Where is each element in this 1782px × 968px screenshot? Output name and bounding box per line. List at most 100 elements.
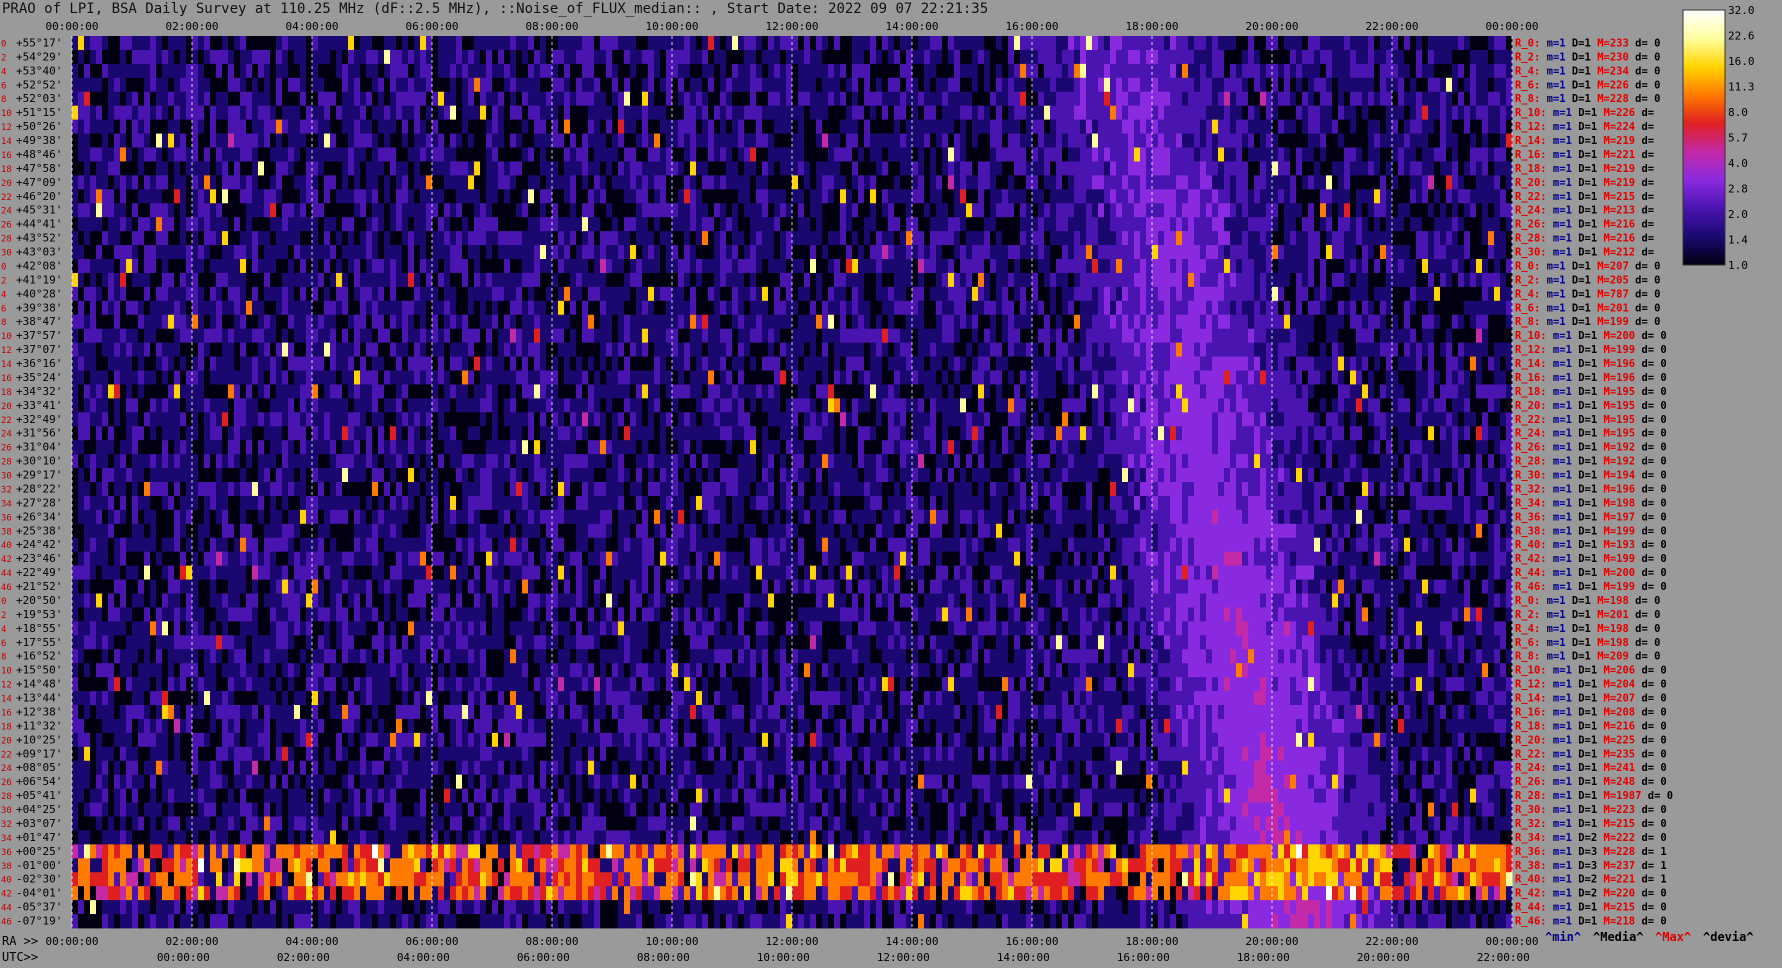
heatmap-cell (1086, 105, 1093, 121)
heatmap-cell (1134, 63, 1141, 79)
heatmap-cell (1362, 300, 1369, 316)
heatmap-cell (1080, 231, 1087, 246)
heatmap-cell (708, 314, 715, 330)
heatmap-cell (282, 259, 289, 274)
heatmap-cell (1272, 231, 1279, 246)
heatmap-cell (390, 36, 397, 51)
heatmap-cell (576, 147, 583, 162)
heatmap-cell (1134, 105, 1141, 121)
heatmap-cell (1380, 259, 1387, 274)
heatmap-cell (1296, 175, 1303, 190)
heatmap-cell (330, 105, 337, 121)
heatmap-cell (432, 189, 439, 204)
heatmap-cell (768, 189, 775, 204)
heatmap-cell (1134, 189, 1141, 204)
heatmap-cell (96, 231, 103, 246)
heatmap-cell (1482, 161, 1489, 176)
heatmap-cell (1422, 77, 1429, 93)
heatmap-cell (1140, 105, 1147, 121)
heatmap-cell (120, 133, 127, 148)
heatmap-cell (126, 272, 133, 288)
heatmap-cell (732, 36, 739, 51)
heatmap-cell (336, 175, 343, 190)
heatmap-cell (1428, 300, 1435, 316)
heatmap-cell (1026, 161, 1033, 176)
heatmap-cell (1380, 36, 1387, 51)
heatmap-cell (1230, 286, 1237, 302)
heatmap-cell (1098, 77, 1105, 93)
heatmap-cell (234, 259, 241, 274)
heatmap-cell (1380, 105, 1387, 121)
heatmap-cell (114, 286, 121, 302)
heatmap-cell (360, 147, 367, 162)
heatmap-cell (1350, 63, 1357, 79)
heatmap-cell (348, 133, 355, 148)
heatmap-cell (528, 133, 535, 148)
heatmap-cell (1308, 217, 1315, 232)
heatmap-cell (1140, 147, 1147, 162)
heatmap-cell (1398, 119, 1405, 134)
heatmap-cell (534, 49, 541, 65)
heatmap-cell (678, 91, 685, 107)
heatmap-cell (1266, 300, 1273, 316)
heatmap-cell (1338, 147, 1345, 162)
heatmap-cell (1410, 105, 1417, 121)
heatmap-cell (492, 217, 499, 232)
heatmap-cell (1032, 161, 1039, 176)
heatmap-cell (156, 63, 163, 79)
heatmap-cell (750, 175, 757, 190)
heatmap-cell (306, 175, 313, 190)
heatmap-cell (744, 300, 751, 316)
heatmap-cell (1050, 231, 1057, 246)
heatmap-cell (624, 189, 631, 204)
heatmap-cell (1278, 231, 1285, 246)
heatmap-cell (108, 175, 115, 190)
heatmap-cell (1170, 286, 1177, 302)
heatmap-cell (426, 77, 433, 93)
heatmap-cell (1410, 119, 1417, 134)
heatmap-cell (882, 161, 889, 176)
heatmap-cell (576, 272, 583, 288)
heatmap-cell (996, 217, 1003, 232)
heatmap-cell (1218, 49, 1225, 65)
heatmap-cell (108, 36, 115, 51)
heatmap-cell (576, 77, 583, 93)
heatmap-cell (816, 217, 823, 232)
heatmap-cell (1344, 161, 1351, 176)
heatmap-cell (672, 286, 679, 302)
heatmap-cell (264, 203, 271, 218)
heatmap-cell (924, 147, 931, 162)
heatmap-cell (408, 300, 415, 316)
heatmap-cell (1050, 245, 1057, 260)
heatmap-cell (810, 259, 817, 274)
heatmap-cell (1416, 105, 1423, 121)
heatmap-cell (1290, 245, 1297, 260)
heatmap-cell (1212, 77, 1219, 93)
heatmap-cell (1440, 272, 1447, 288)
heatmap-cell (852, 231, 859, 246)
heatmap-cell (1326, 161, 1333, 176)
heatmap-cell (1344, 217, 1351, 232)
heatmap-cell (288, 105, 295, 121)
heatmap-cell (1080, 105, 1087, 121)
heatmap-cell (936, 286, 943, 302)
heatmap-cell (762, 231, 769, 246)
heatmap-cell (834, 119, 841, 134)
heatmap-cell (378, 49, 385, 65)
heatmap-cell (486, 147, 493, 162)
heatmap-cell (1128, 314, 1135, 330)
heatmap-cell (624, 259, 631, 274)
heatmap-cell (270, 63, 277, 79)
heatmap-cell (1092, 286, 1099, 302)
heatmap-cell (186, 119, 193, 134)
heatmap-cell (918, 231, 925, 246)
heatmap-cell (1440, 36, 1447, 51)
heatmap-cell (1182, 133, 1189, 148)
heatmap-cell (498, 147, 505, 162)
heatmap-cell (864, 161, 871, 176)
heatmap-cell (480, 286, 487, 302)
heatmap-cell (1074, 161, 1081, 176)
heatmap-cell (1494, 300, 1501, 316)
heatmap-cell (318, 105, 325, 121)
heatmap-cell (1362, 49, 1369, 65)
